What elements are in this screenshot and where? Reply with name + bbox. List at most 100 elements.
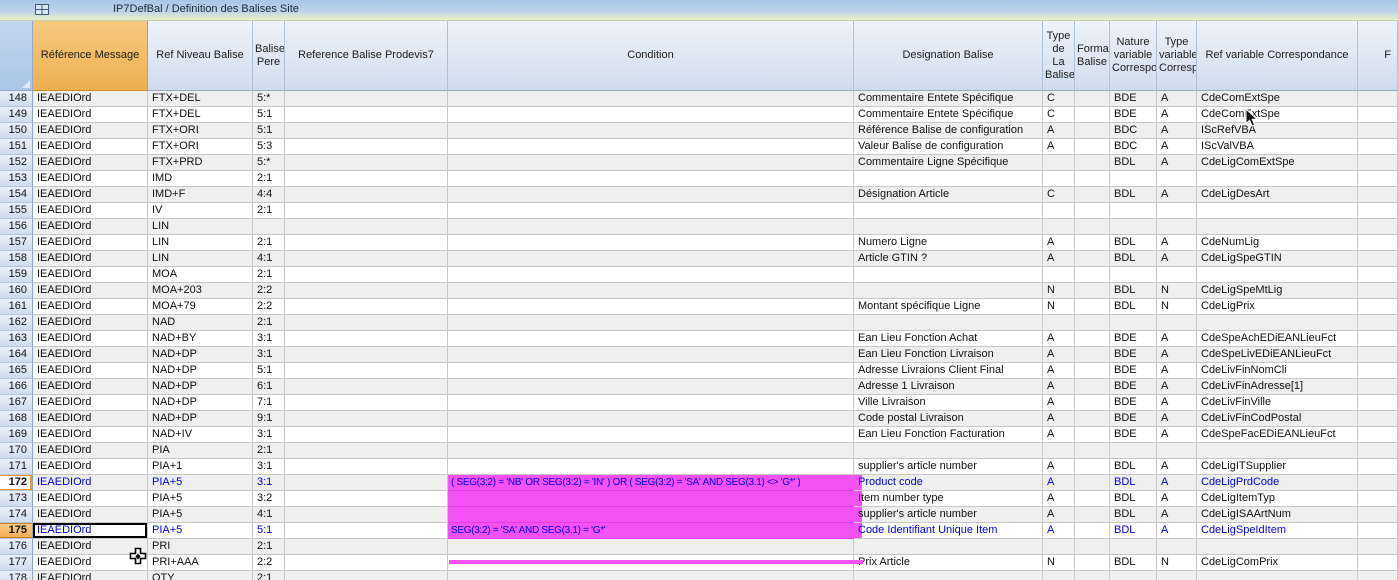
cell-type[interactable]: A: [1043, 363, 1075, 379]
cell-ref-message[interactable]: IEAEDIOrd: [33, 459, 148, 475]
row-number[interactable]: 155: [0, 203, 33, 219]
cell-nature[interactable]: BDL: [1110, 235, 1157, 251]
cell-type[interactable]: A: [1043, 139, 1075, 155]
cell-prodevis[interactable]: [285, 155, 448, 171]
cell-ref-message[interactable]: IEAEDIOrd: [33, 475, 148, 491]
cell-niveau[interactable]: QTY: [148, 571, 253, 580]
cell-type[interactable]: [1043, 203, 1075, 219]
cell-type[interactable]: A: [1043, 491, 1075, 507]
cell-nature[interactable]: BDL: [1110, 251, 1157, 267]
cell-nature[interactable]: BDL: [1110, 459, 1157, 475]
cell-nature[interactable]: BDE: [1110, 411, 1157, 427]
cell-designation[interactable]: supplier's article number: [854, 459, 1043, 475]
cell-prodevis[interactable]: [285, 251, 448, 267]
cell-extra[interactable]: [1358, 475, 1398, 491]
cell-ref-var[interactable]: CdeLigITSupplier: [1197, 459, 1358, 475]
cell-format[interactable]: [1075, 363, 1110, 379]
cell-niveau[interactable]: NAD+IV: [148, 427, 253, 443]
cell-ref-var[interactable]: [1197, 571, 1358, 580]
cell-type[interactable]: [1043, 155, 1075, 171]
cell-ref-var[interactable]: [1197, 267, 1358, 283]
cell-extra[interactable]: [1358, 155, 1398, 171]
cell-extra[interactable]: [1358, 91, 1398, 107]
cell-designation[interactable]: Numero Ligne: [854, 235, 1043, 251]
cell-ref-var[interactable]: CdeLigItemTyp: [1197, 491, 1358, 507]
cell-condition[interactable]: [448, 331, 854, 347]
row-number[interactable]: 157: [0, 235, 33, 251]
cell-designation[interactable]: [854, 571, 1043, 580]
cell-ref-message[interactable]: IEAEDIOrd: [33, 235, 148, 251]
cell-designation[interactable]: Commentaire Entete Spécifique: [854, 91, 1043, 107]
cell-format[interactable]: [1075, 123, 1110, 139]
cell-condition[interactable]: [448, 187, 854, 203]
cell-type[interactable]: N: [1043, 283, 1075, 299]
cell-type[interactable]: [1043, 571, 1075, 580]
cell-designation[interactable]: Ville Livraison: [854, 395, 1043, 411]
cell-extra[interactable]: [1358, 571, 1398, 580]
cell-ref-message[interactable]: IEAEDIOrd: [33, 187, 148, 203]
cell-extra[interactable]: [1358, 395, 1398, 411]
cell-type-var[interactable]: A: [1157, 251, 1197, 267]
cell-type-var[interactable]: [1157, 539, 1197, 555]
cell-designation[interactable]: Code Identifiant Unique Item: [854, 523, 1043, 539]
cell-type-var[interactable]: A: [1157, 187, 1197, 203]
cell-ref-var[interactable]: [1197, 315, 1358, 331]
cell-pere[interactable]: 5:1: [253, 363, 285, 379]
cell-pere[interactable]: 9:1: [253, 411, 285, 427]
cell-condition[interactable]: [448, 395, 854, 411]
row-number[interactable]: 159: [0, 267, 33, 283]
cell-designation[interactable]: [854, 203, 1043, 219]
cell-ref-message[interactable]: IEAEDIOrd: [33, 347, 148, 363]
cell-designation[interactable]: supplier's article number: [854, 507, 1043, 523]
cell-extra[interactable]: [1358, 187, 1398, 203]
cell-designation[interactable]: Code postal Livraison: [854, 411, 1043, 427]
cell-nature[interactable]: [1110, 219, 1157, 235]
cell-ref-var[interactable]: [1197, 539, 1358, 555]
cell-format[interactable]: [1075, 555, 1110, 571]
cell-prodevis[interactable]: [285, 571, 448, 580]
cell-niveau[interactable]: PRI: [148, 539, 253, 555]
cell-prodevis[interactable]: [285, 171, 448, 187]
cell-condition[interactable]: [448, 219, 854, 235]
cell-ref-var[interactable]: CdeNumLig: [1197, 235, 1358, 251]
cell-designation[interactable]: Commentaire Ligne Spécifique: [854, 155, 1043, 171]
cell-type-var[interactable]: [1157, 171, 1197, 187]
cell-condition[interactable]: [448, 283, 854, 299]
cell-prodevis[interactable]: [285, 507, 448, 523]
cell-ref-message[interactable]: IEAEDIOrd: [33, 523, 148, 539]
cell-pere[interactable]: 2:1: [253, 235, 285, 251]
row-number[interactable]: 169: [0, 427, 33, 443]
cell-condition[interactable]: [448, 379, 854, 395]
cell-type-var[interactable]: A: [1157, 475, 1197, 491]
cell-prodevis[interactable]: [285, 475, 448, 491]
cell-niveau[interactable]: FTX+DEL: [148, 91, 253, 107]
cell-designation[interactable]: [854, 171, 1043, 187]
cell-prodevis[interactable]: [285, 395, 448, 411]
cell-pere[interactable]: 5:1: [253, 123, 285, 139]
cell-ref-var[interactable]: CdeSpeFacEDiEANLieuFct: [1197, 427, 1358, 443]
row-number[interactable]: 163: [0, 331, 33, 347]
cell-condition[interactable]: [448, 539, 854, 555]
row-number[interactable]: 161: [0, 299, 33, 315]
cell-pere[interactable]: 7:1: [253, 395, 285, 411]
cell-pere[interactable]: 3:2: [253, 491, 285, 507]
row-number[interactable]: 177: [0, 555, 33, 571]
cell-nature[interactable]: BDE: [1110, 91, 1157, 107]
cell-pere[interactable]: 2:1: [253, 267, 285, 283]
cell-pere[interactable]: 5:3: [253, 139, 285, 155]
cell-condition[interactable]: [448, 139, 854, 155]
cell-type-var[interactable]: A: [1157, 523, 1197, 539]
cell-format[interactable]: [1075, 251, 1110, 267]
row-number[interactable]: 165: [0, 363, 33, 379]
column-header-reference-balise-prodevis7[interactable]: Reference Balise Prodevis7: [285, 21, 448, 91]
cell-ref-var[interactable]: [1197, 443, 1358, 459]
cell-format[interactable]: [1075, 331, 1110, 347]
cell-type[interactable]: A: [1043, 123, 1075, 139]
cell-nature[interactable]: BDL: [1110, 555, 1157, 571]
cell-nature[interactable]: [1110, 315, 1157, 331]
cell-nature[interactable]: [1110, 267, 1157, 283]
cell-niveau[interactable]: PIA+5: [148, 491, 253, 507]
cell-niveau[interactable]: IMD: [148, 171, 253, 187]
cell-nature[interactable]: BDL: [1110, 475, 1157, 491]
cell-type-var[interactable]: [1157, 203, 1197, 219]
